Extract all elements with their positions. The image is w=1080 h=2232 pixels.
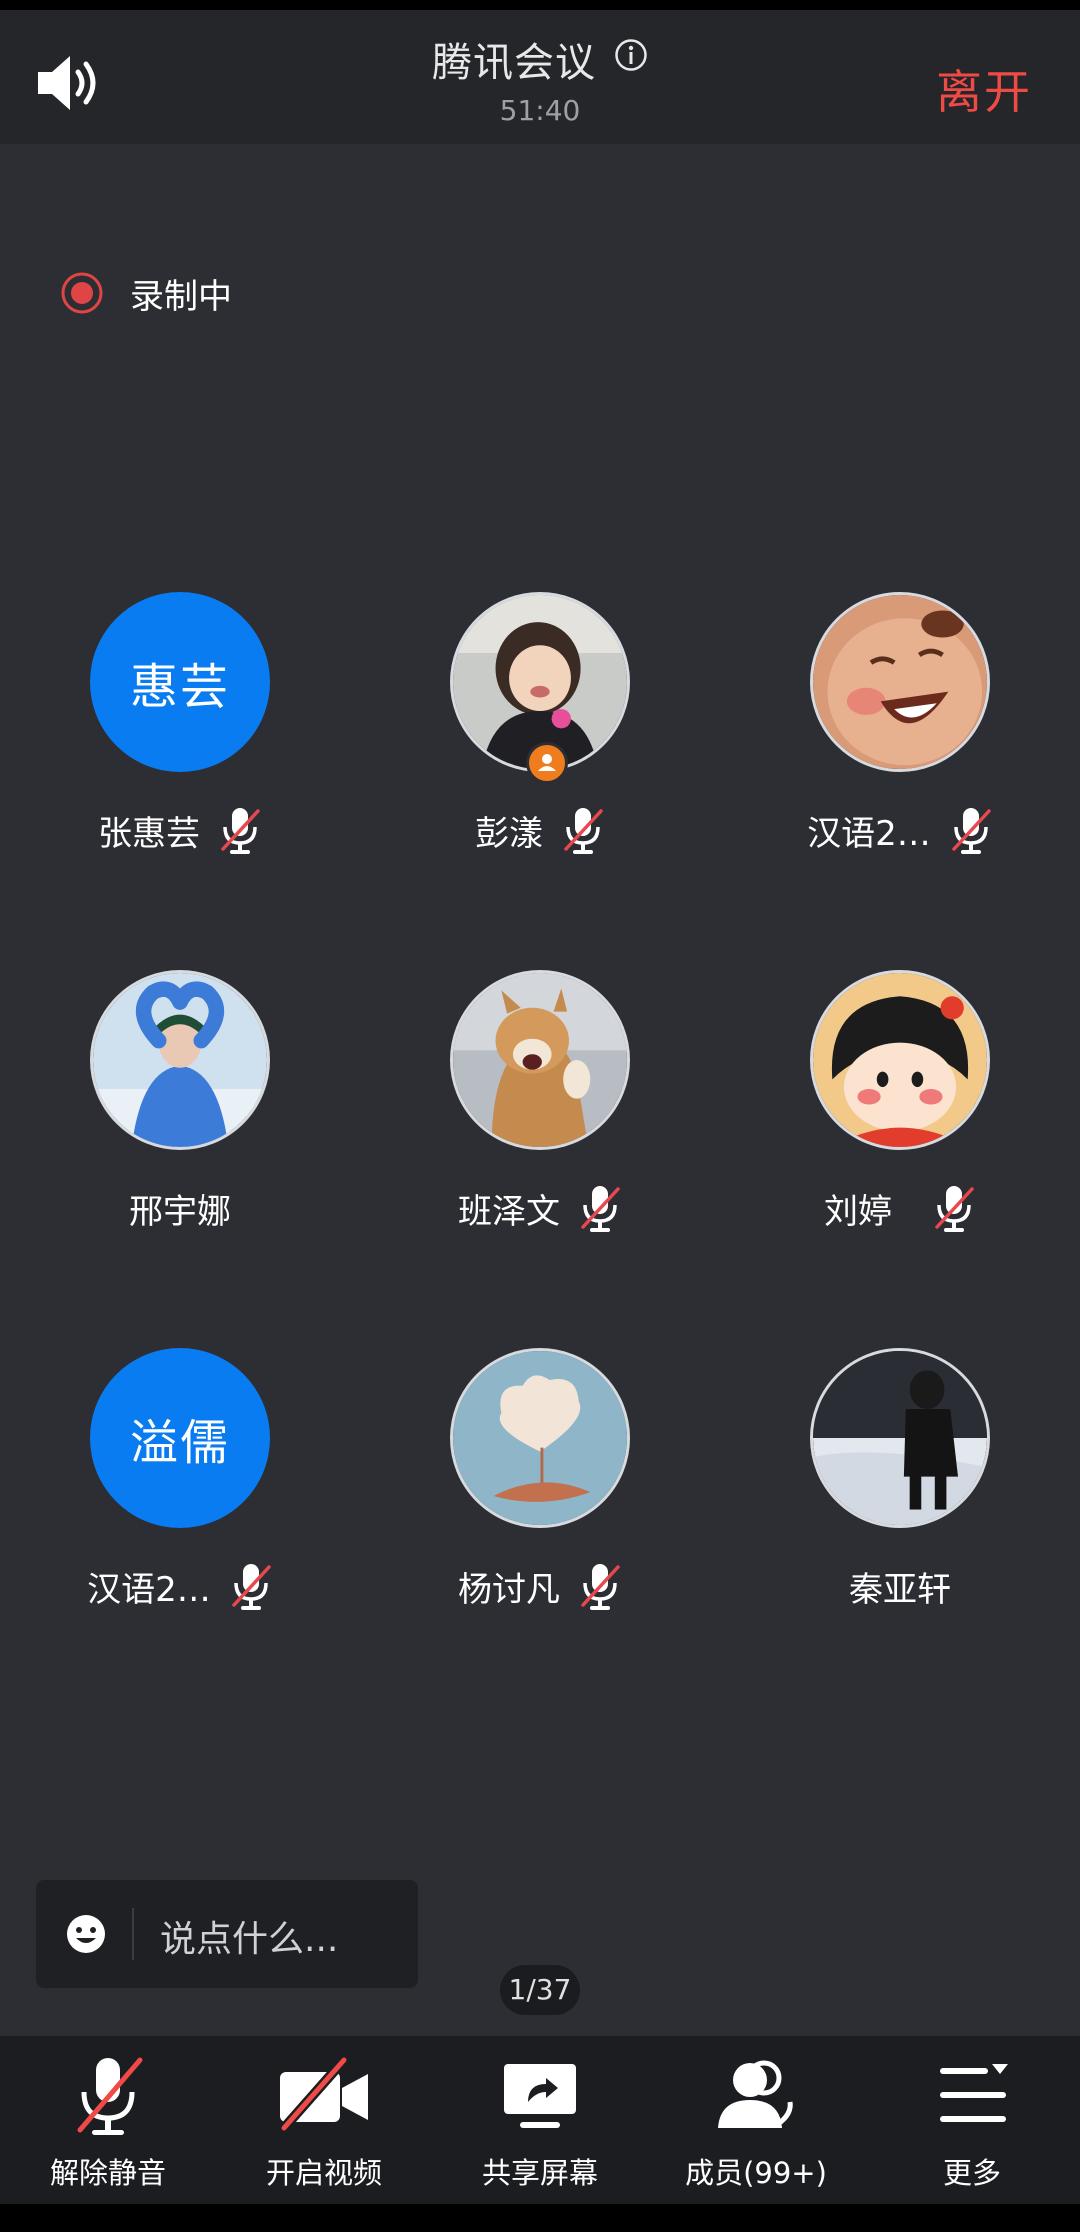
- avatar: [810, 592, 990, 772]
- participant-name: 邢宇娜: [129, 1191, 231, 1232]
- start-video-button[interactable]: 开启视频: [216, 2036, 432, 2204]
- share-screen-button[interactable]: 共享屏幕: [432, 2036, 648, 2204]
- meeting-timer: 51:40: [499, 94, 581, 127]
- avatar: [810, 1348, 990, 1528]
- more-button[interactable]: 更多: [864, 2036, 1080, 2204]
- record-icon: [61, 272, 103, 314]
- chat-placeholder: 说点什么...: [160, 1919, 339, 1960]
- mic-off-icon: [77, 2057, 143, 2135]
- participant-name: 刘婷: [824, 1191, 892, 1232]
- participant-name: 班泽文: [458, 1191, 560, 1232]
- mic-muted-icon: [952, 808, 991, 854]
- video-off-icon: [280, 2056, 368, 2132]
- participant-name: 汉语2…: [87, 1569, 211, 1610]
- share-screen-label: 共享屏幕: [481, 2156, 598, 2190]
- participant-name: 汉语2…: [807, 813, 931, 854]
- chat-input[interactable]: 说点什么...: [36, 1880, 418, 1988]
- mic-muted-icon: [935, 1186, 974, 1232]
- more-label: 更多: [942, 2156, 1001, 2190]
- avatar-initials: 溢儒: [129, 1415, 230, 1471]
- mic-muted-icon: [581, 1186, 620, 1232]
- members-label: 成员(99+): [685, 2156, 827, 2190]
- participant-name: 秦亚轩: [849, 1569, 951, 1610]
- avatar-initials: 惠芸: [129, 659, 230, 715]
- status-bar: [0, 0, 1080, 10]
- participant-name: 杨讨凡: [458, 1569, 560, 1610]
- share-screen-icon: [504, 2064, 576, 2128]
- participant-name: 张惠芸: [98, 813, 200, 854]
- avatar: 溢儒: [90, 1348, 270, 1528]
- page-indicator: 1/37: [500, 1965, 580, 2015]
- meeting-header: 腾讯会议 51:40 离开: [0, 10, 1080, 144]
- avatar: [90, 970, 270, 1150]
- participant-name: 彭漾: [475, 813, 543, 854]
- more-icon: [940, 2064, 1008, 2122]
- leave-button[interactable]: 离开: [936, 56, 1032, 122]
- members-icon: [718, 2060, 793, 2128]
- avatar: [450, 970, 630, 1150]
- info-icon[interactable]: [614, 38, 648, 72]
- bottom-toolbar: 解除静音 开启视频 共享屏幕 成员(99+) 更多: [0, 2036, 1080, 2204]
- meeting-title[interactable]: 腾讯会议: [0, 30, 1080, 88]
- mic-muted-icon: [581, 1564, 620, 1610]
- host-badge: [526, 742, 568, 784]
- system-nav-bar: [0, 2204, 1080, 2232]
- divider: [132, 1908, 134, 1960]
- mic-muted-icon: [232, 1564, 271, 1610]
- avatar: 惠芸: [90, 592, 270, 772]
- members-button[interactable]: 成员(99+): [648, 2036, 864, 2204]
- meeting-title-text: 腾讯会议: [432, 40, 596, 86]
- emoji-icon[interactable]: [64, 1912, 108, 1956]
- unmute-label: 解除静音: [49, 2156, 166, 2190]
- unmute-button[interactable]: 解除静音: [0, 2036, 216, 2204]
- recording-label: 录制中: [130, 276, 232, 317]
- mic-muted-icon: [564, 808, 603, 854]
- avatar: [810, 970, 990, 1150]
- start-video-label: 开启视频: [265, 2156, 382, 2190]
- recording-indicator[interactable]: 录制中: [60, 268, 232, 318]
- avatar: [450, 1348, 630, 1528]
- mic-muted-icon: [221, 808, 260, 854]
